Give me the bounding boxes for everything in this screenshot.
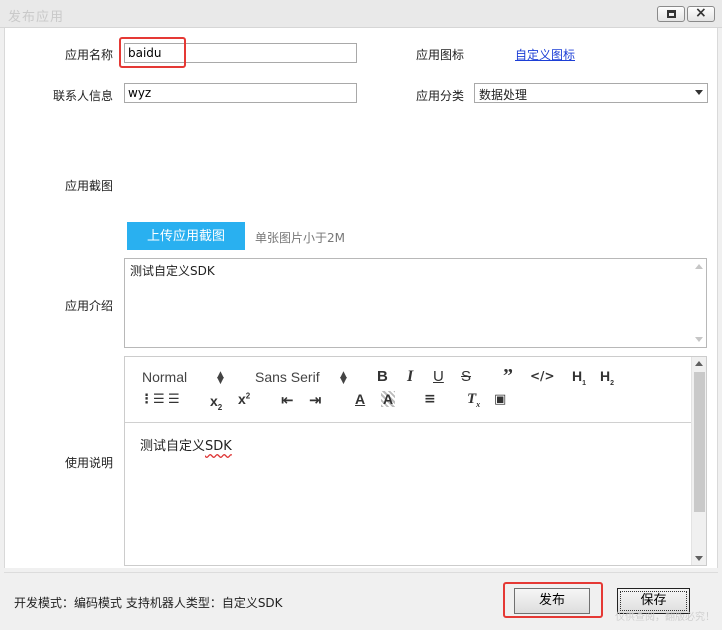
app-icon-label: 应用图标 — [416, 48, 465, 62]
maximize-button[interactable] — [657, 6, 685, 22]
custom-icon-link[interactable]: 自定义图标 — [515, 46, 575, 63]
header-picker[interactable]: Normal — [142, 369, 187, 385]
header-picker-arrows-icon: ▲ ▼ — [217, 370, 224, 386]
maximize-icon — [667, 10, 676, 18]
strike-icon[interactable]: S — [461, 368, 471, 385]
scroll-down-icon — [695, 556, 703, 561]
app-name-label: 应用名称 — [65, 48, 114, 62]
usage-label: 使用说明 — [65, 456, 114, 470]
bold-icon[interactable]: B — [377, 368, 388, 385]
scroll-up-icon — [695, 361, 703, 366]
ordered-list-icon[interactable]: ⋮☰ — [140, 392, 165, 407]
blockquote-icon[interactable]: ” — [503, 365, 513, 388]
close-icon: × — [695, 5, 707, 21]
upload-screenshot-button[interactable]: 上传应用截图 — [127, 222, 245, 250]
usage-content-prefix: 测试自定义 — [140, 439, 206, 454]
screenshot-label: 应用截图 — [65, 179, 114, 193]
scroll-down-icon — [695, 337, 703, 342]
font-picker[interactable]: Sans Serif — [255, 369, 320, 385]
subscript-icon[interactable]: x2 — [210, 393, 222, 412]
mode-info: 开发模式：编码模式 支持机器人类型：自定义SDK — [14, 596, 283, 610]
align-icon[interactable]: ≡ — [424, 391, 436, 407]
scroll-thumb[interactable] — [694, 372, 705, 512]
background-color-icon[interactable]: A — [381, 391, 396, 407]
intro-scrollbar[interactable] — [692, 259, 706, 347]
underline-icon[interactable]: U — [433, 368, 444, 385]
usage-editor[interactable]: Normal ▲ ▼ Sans Serif ▲ ▼ B I U S ” </> H1… — [124, 356, 707, 566]
outdent-icon[interactable]: ⇤ — [281, 391, 294, 409]
editor-scrollbar[interactable] — [691, 357, 706, 565]
upload-hint: 单张图片小于2M — [255, 231, 345, 245]
text-color-icon[interactable]: A — [355, 391, 365, 407]
category-label: 应用分类 — [416, 89, 465, 103]
category-select[interactable]: 数据处理 — [474, 83, 708, 103]
bullet-list-icon[interactable]: ☰ — [168, 392, 180, 407]
clear-format-icon[interactable]: Tx — [467, 391, 480, 409]
indent-icon[interactable]: ⇥ — [309, 391, 322, 409]
app-name-highlight — [119, 37, 186, 68]
code-icon[interactable]: </> — [530, 369, 555, 383]
font-picker-arrows-icon: ▲ ▼ — [340, 370, 347, 386]
window-title: 发布应用 — [8, 10, 65, 25]
editor-toolbar: Normal ▲ ▼ Sans Serif ▲ ▼ B I U S ” </> H1… — [125, 357, 693, 423]
intro-text: 测试自定义SDK — [130, 264, 215, 278]
publish-highlight — [503, 582, 603, 618]
italic-icon[interactable]: I — [407, 368, 413, 386]
usage-content-sdk: SDK — [205, 439, 232, 454]
category-value: 数据处理 — [479, 88, 528, 102]
header1-icon[interactable]: H1 — [572, 368, 586, 387]
image-icon[interactable]: ▣ — [494, 392, 506, 407]
close-button[interactable]: × — [687, 5, 715, 22]
header2-icon[interactable]: H2 — [600, 368, 614, 387]
dropdown-arrow-icon — [695, 90, 703, 95]
scroll-up-icon — [695, 264, 703, 269]
contact-input[interactable] — [124, 83, 357, 103]
contact-label: 联系人信息 — [53, 89, 114, 103]
footer-divider — [4, 572, 718, 573]
title-bar: 发布应用 × — [0, 0, 722, 28]
usage-content: 测试自定义SDK — [140, 435, 232, 454]
intro-textarea[interactable]: 测试自定义SDK — [124, 258, 707, 348]
watermark: 仅供查阅，翻版必究！ — [615, 612, 715, 623]
intro-label: 应用介绍 — [65, 299, 114, 313]
superscript-icon[interactable]: x2 — [238, 391, 250, 407]
